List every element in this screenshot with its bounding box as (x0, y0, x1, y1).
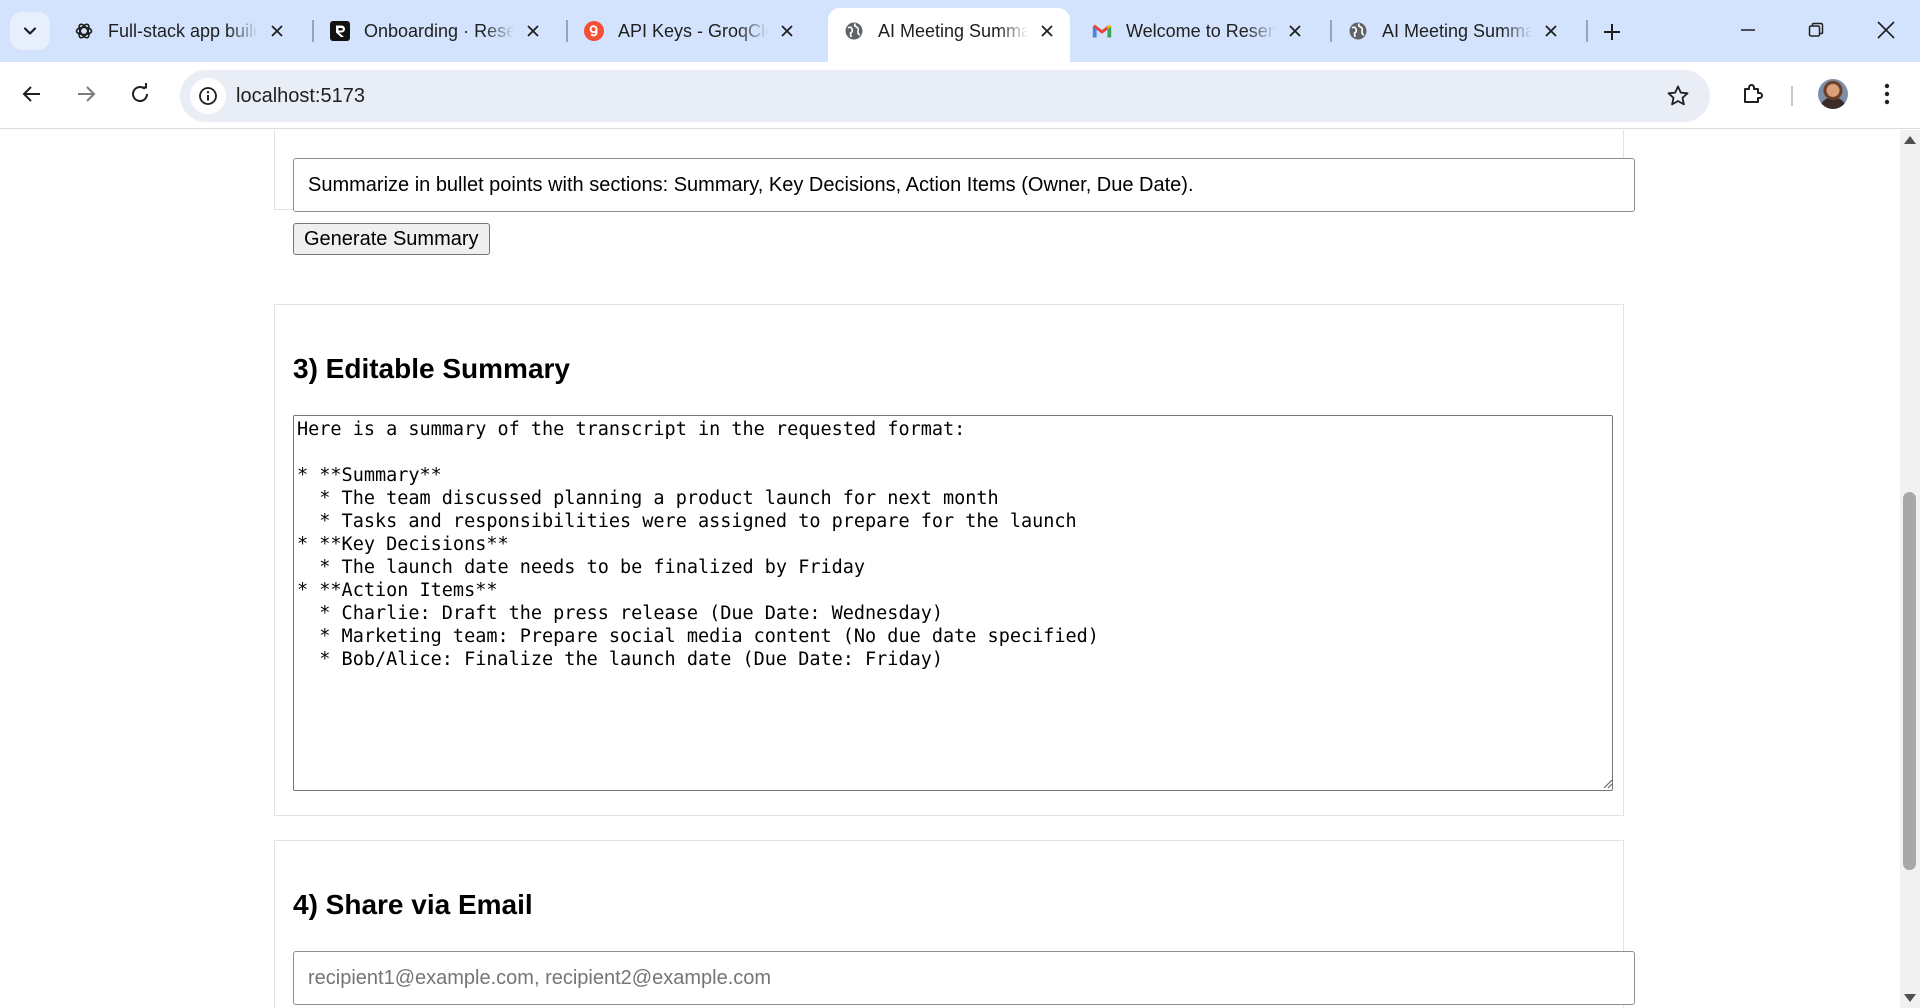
tab-ai-meeting-summarizer[interactable]: AI Meeting Summarizer (828, 8, 1070, 62)
arrow-left-icon (22, 86, 40, 102)
scrollbar-thumb[interactable] (1903, 492, 1916, 870)
openai-icon (74, 21, 94, 41)
tab-api-keys-groq[interactable]: API Keys - GroqCloud (568, 10, 822, 52)
tab-title: AI Meeting Summarizer (1382, 20, 1532, 41)
resend-icon (330, 21, 350, 41)
restore-icon (1808, 22, 1824, 37)
minimize-button[interactable] (1724, 8, 1772, 52)
tab-title: Onboarding · Resend (364, 20, 514, 41)
prompt-input[interactable]: Summarize in bullet points with sections… (293, 158, 1635, 212)
scroll-down-arrow-icon[interactable] (1904, 994, 1916, 1002)
close-icon[interactable] (1538, 18, 1564, 44)
tab-title: Full-stack app build (108, 20, 258, 41)
tab-title: Welcome to Resend (1126, 20, 1276, 41)
scroll-up-arrow-icon[interactable] (1904, 136, 1916, 144)
reload-icon (132, 83, 148, 102)
back-button[interactable] (12, 74, 52, 114)
more-vert-icon (1884, 83, 1890, 105)
email-section-title: 4) Share via Email (293, 889, 533, 920)
minimize-icon (1741, 29, 1755, 31)
close-window-button[interactable] (1862, 8, 1910, 52)
tab-title: API Keys - GroqCloud (618, 20, 768, 41)
info-icon (199, 87, 217, 105)
close-icon[interactable] (774, 18, 800, 44)
gmail-icon (1092, 21, 1112, 41)
email-card: 4) Share via Email recipient1@example.co… (274, 840, 1635, 1008)
toolbar-separator (1791, 86, 1793, 106)
reload-button[interactable] (120, 74, 160, 114)
tab-ai-meeting-summarizer-2[interactable]: AI Meeting Summarizer (1332, 10, 1586, 52)
globe-icon (844, 21, 864, 41)
tab-title: AI Meeting Summarizer (878, 20, 1028, 41)
url-text[interactable]: localhost:5173 (236, 85, 365, 108)
page-scrollbar[interactable] (1900, 130, 1920, 1008)
generate-summary-button[interactable]: Generate Summary (293, 223, 490, 255)
plus-icon (1604, 24, 1620, 40)
restore-button[interactable] (1792, 8, 1840, 52)
globe-icon (1348, 21, 1368, 41)
resize-handle-icon[interactable] (1601, 777, 1613, 789)
close-icon[interactable] (1034, 18, 1060, 44)
site-info-button[interactable] (190, 78, 226, 114)
page-viewport: Summarize in bullet points with sections… (0, 130, 1900, 1008)
profile-avatar[interactable] (1818, 79, 1848, 109)
summary-section-title: 3) Editable Summary (293, 353, 570, 384)
tab-separator (1586, 20, 1588, 42)
arrow-right-icon (78, 86, 96, 102)
tab-onboarding-resend[interactable]: Onboarding · Resend (314, 10, 568, 52)
new-tab-button[interactable] (1596, 16, 1628, 48)
browser-toolbar: localhost:5173 (0, 62, 1920, 129)
recipients-input[interactable]: recipient1@example.com, recipient2@examp… (293, 951, 1635, 1005)
puzzle-icon (1744, 84, 1763, 103)
tab-full-stack-app[interactable]: Full-stack app build (58, 10, 312, 52)
close-icon[interactable] (520, 18, 546, 44)
close-icon (1877, 21, 1895, 39)
forward-button[interactable] (66, 74, 106, 114)
close-icon[interactable] (264, 18, 290, 44)
close-icon[interactable] (1282, 18, 1308, 44)
groq-icon (584, 21, 604, 41)
bookmark-button[interactable] (1664, 82, 1692, 110)
prompt-card: Summarize in bullet points with sections… (274, 130, 1635, 255)
tab-welcome-to-resend[interactable]: Welcome to Resend (1076, 10, 1330, 52)
address-bar[interactable]: localhost:5173 (180, 70, 1710, 122)
summary-textarea[interactable]: Here is a summary of the transcript in t… (293, 415, 1613, 791)
summary-card: 3) Editable Summary Here is a summary of… (274, 304, 1624, 816)
extensions-button[interactable] (1735, 76, 1771, 112)
browser-menu-button[interactable] (1872, 76, 1902, 112)
star-icon (1667, 85, 1689, 106)
chevron-down-icon (23, 27, 37, 35)
tab-search-button[interactable] (10, 12, 50, 50)
tab-strip: Full-stack app build Onboarding · Resend… (0, 0, 1920, 62)
